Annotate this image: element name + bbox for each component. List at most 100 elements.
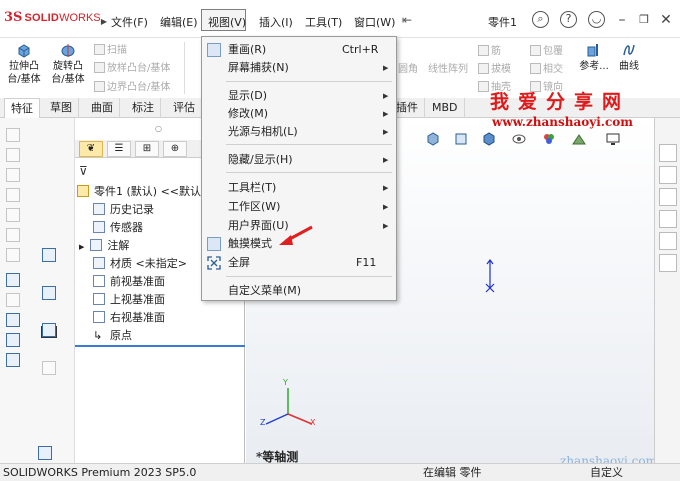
minimize-icon[interactable]: –	[612, 10, 632, 30]
tree-item-front-plane[interactable]: 前视基准面	[93, 273, 165, 291]
extrude-boss-button[interactable]: 拉伸凸 台/基体	[6, 42, 42, 86]
scene-icon[interactable]	[572, 132, 586, 146]
shortcut-icon-11[interactable]	[6, 333, 20, 347]
user-icon[interactable]: ◡	[588, 11, 605, 28]
intersect-button[interactable]: 相交	[530, 60, 563, 75]
shortcut-icon-7[interactable]	[6, 248, 20, 262]
status-custom[interactable]: 自定义	[590, 464, 623, 481]
display-style-icon[interactable]	[38, 446, 52, 460]
design-library-icon[interactable]	[659, 166, 677, 184]
custom-properties-icon[interactable]	[659, 254, 677, 272]
tree-item-right-plane[interactable]: 右视基准面	[93, 309, 165, 327]
tree-item-material[interactable]: 材质 <未指定>	[93, 255, 187, 273]
wrap-button[interactable]: 包覆	[530, 42, 563, 57]
tree-item-label: 右视基准面	[110, 311, 165, 324]
menu-item-redraw[interactable]: 重画(R) Ctrl+R	[202, 41, 396, 59]
expand-arrow-icon[interactable]: ▶	[79, 243, 84, 251]
axis-z-label: Z	[260, 418, 266, 427]
annotations-icon	[90, 239, 103, 251]
shortcut-icon-13[interactable]	[42, 248, 56, 262]
shortcut-icon-12[interactable]	[6, 353, 20, 367]
rollback-bar[interactable]	[75, 345, 245, 347]
curves-button[interactable]: 曲线	[614, 42, 644, 73]
solidworks-logo[interactable]: 3S SOLID WORKS	[4, 10, 101, 25]
revolve-boss-button[interactable]: 旋转凸 台/基体	[50, 42, 86, 86]
sweep-button[interactable]: 扫描	[94, 41, 127, 56]
loft-button[interactable]: 放样凸台/基体	[94, 59, 170, 74]
appearances-icon[interactable]	[659, 232, 677, 250]
reference-geometry-button[interactable]: 参考...	[577, 42, 611, 73]
configuration-tab-icon[interactable]: ⊞	[135, 141, 159, 157]
search-icon[interactable]: ⌕	[532, 11, 549, 28]
menu-item-display[interactable]: 显示(D) ▶	[202, 87, 396, 105]
menu-item-custom-menu[interactable]: 自定义菜单(M)	[202, 282, 396, 300]
menu-insert[interactable]: 插入(I)	[259, 14, 293, 30]
hide-show-items-icon[interactable]	[512, 132, 526, 146]
shortcut-icon-9[interactable]	[6, 293, 20, 307]
shortcut-icon-8[interactable]	[6, 273, 20, 287]
dimxpert-tab-icon[interactable]: ⊕	[163, 141, 187, 157]
display-style-dropdown-icon[interactable]	[482, 132, 496, 146]
tree-item-sensors[interactable]: 传感器	[93, 219, 143, 237]
feature-tree-tab-icon[interactable]: ❦	[79, 141, 103, 157]
linear-pattern-button[interactable]: 线性阵列	[428, 60, 468, 75]
menu-file[interactable]: 文件(F)	[111, 14, 148, 30]
shortcut-icon-6[interactable]	[6, 228, 20, 242]
tree-item-annotations[interactable]: ▶ 注解	[79, 237, 129, 255]
menu-item-hide-show[interactable]: 隐藏/显示(H) ▶	[202, 151, 396, 169]
home-icon[interactable]	[659, 144, 677, 162]
submenu-arrow-icon: ▶	[383, 203, 389, 211]
menu-item-workspace[interactable]: 工作区(W) ▶	[202, 198, 396, 216]
menu-item-screen-capture[interactable]: 屏幕捕获(N) ▶	[202, 59, 396, 77]
view-palette-icon[interactable]	[659, 210, 677, 228]
shortcut-icon-1[interactable]	[6, 128, 20, 142]
file-explorer-icon[interactable]	[659, 188, 677, 206]
boundary-button[interactable]: 边界凸台/基体	[94, 78, 170, 93]
tab-evaluate[interactable]: 评估	[167, 98, 202, 118]
tab-surfaces[interactable]: 曲面	[85, 98, 120, 118]
filter-icon[interactable]: ⊽	[79, 164, 88, 178]
menu-window[interactable]: 窗口(W)	[354, 14, 395, 30]
fillet-button[interactable]: 圆角	[398, 60, 418, 75]
shortcut-icon-4[interactable]	[6, 188, 20, 202]
menu-item-fullscreen[interactable]: 全屏 F11	[202, 254, 396, 272]
rib-button[interactable]: 筋	[478, 42, 501, 57]
view-settings-icon[interactable]	[606, 132, 620, 146]
help-icon[interactable]: ?	[560, 11, 577, 28]
tree-root-part[interactable]: 零件1 (默认) <<默认>	[77, 183, 210, 201]
tree-item-history[interactable]: 历史记录	[93, 201, 154, 219]
view-orientation-icon[interactable]	[426, 132, 440, 146]
shortcut-icon-3[interactable]	[6, 168, 20, 182]
tab-dimension[interactable]: 标注	[126, 98, 161, 118]
pin-icon[interactable]: ⇤	[402, 13, 412, 27]
menu-view[interactable]: 视图(V)	[208, 14, 246, 30]
shortcut-icon-15[interactable]	[42, 323, 56, 337]
panel-grip-icon[interactable]: ○	[155, 124, 162, 133]
shortcut-icon-2[interactable]	[6, 148, 20, 162]
section-view-icon[interactable]	[454, 132, 468, 146]
restore-icon[interactable]: ❐	[634, 10, 654, 30]
menu-item-lights-cameras[interactable]: 光源与相机(L) ▶	[202, 123, 396, 141]
menu-edit[interactable]: 编辑(E)	[160, 14, 198, 30]
menu-item-toolbars[interactable]: 工具栏(T) ▶	[202, 179, 396, 197]
appearance-icon[interactable]	[542, 132, 556, 146]
shortcut-icon-14[interactable]	[42, 286, 56, 300]
tab-features[interactable]: 特征	[4, 98, 40, 119]
wrap-icon	[530, 45, 541, 56]
submenu-arrow-icon: ▶	[383, 156, 389, 164]
shortcut-icon-16[interactable]	[42, 361, 56, 375]
history-icon	[93, 203, 105, 215]
menu-item-label: 屏幕捕获(N)	[228, 61, 289, 74]
menu-tools[interactable]: 工具(T)	[305, 14, 342, 30]
close-icon[interactable]: ✕	[656, 10, 676, 30]
shortcut-icon-10[interactable]	[6, 313, 20, 327]
draft-button[interactable]: 拔模	[478, 60, 511, 75]
property-manager-tab-icon[interactable]: ☰	[107, 141, 131, 157]
menu-item-label: 光源与相机(L)	[228, 125, 298, 138]
tab-mbd[interactable]: MBD	[426, 98, 465, 118]
tab-sketch[interactable]: 草图	[44, 98, 79, 118]
tree-item-top-plane[interactable]: 上视基准面	[93, 291, 165, 309]
shortcut-icon-5[interactable]	[6, 208, 20, 222]
tree-item-origin[interactable]: ↳ 原点	[93, 327, 132, 345]
menu-item-modify[interactable]: 修改(M) ▶	[202, 105, 396, 123]
